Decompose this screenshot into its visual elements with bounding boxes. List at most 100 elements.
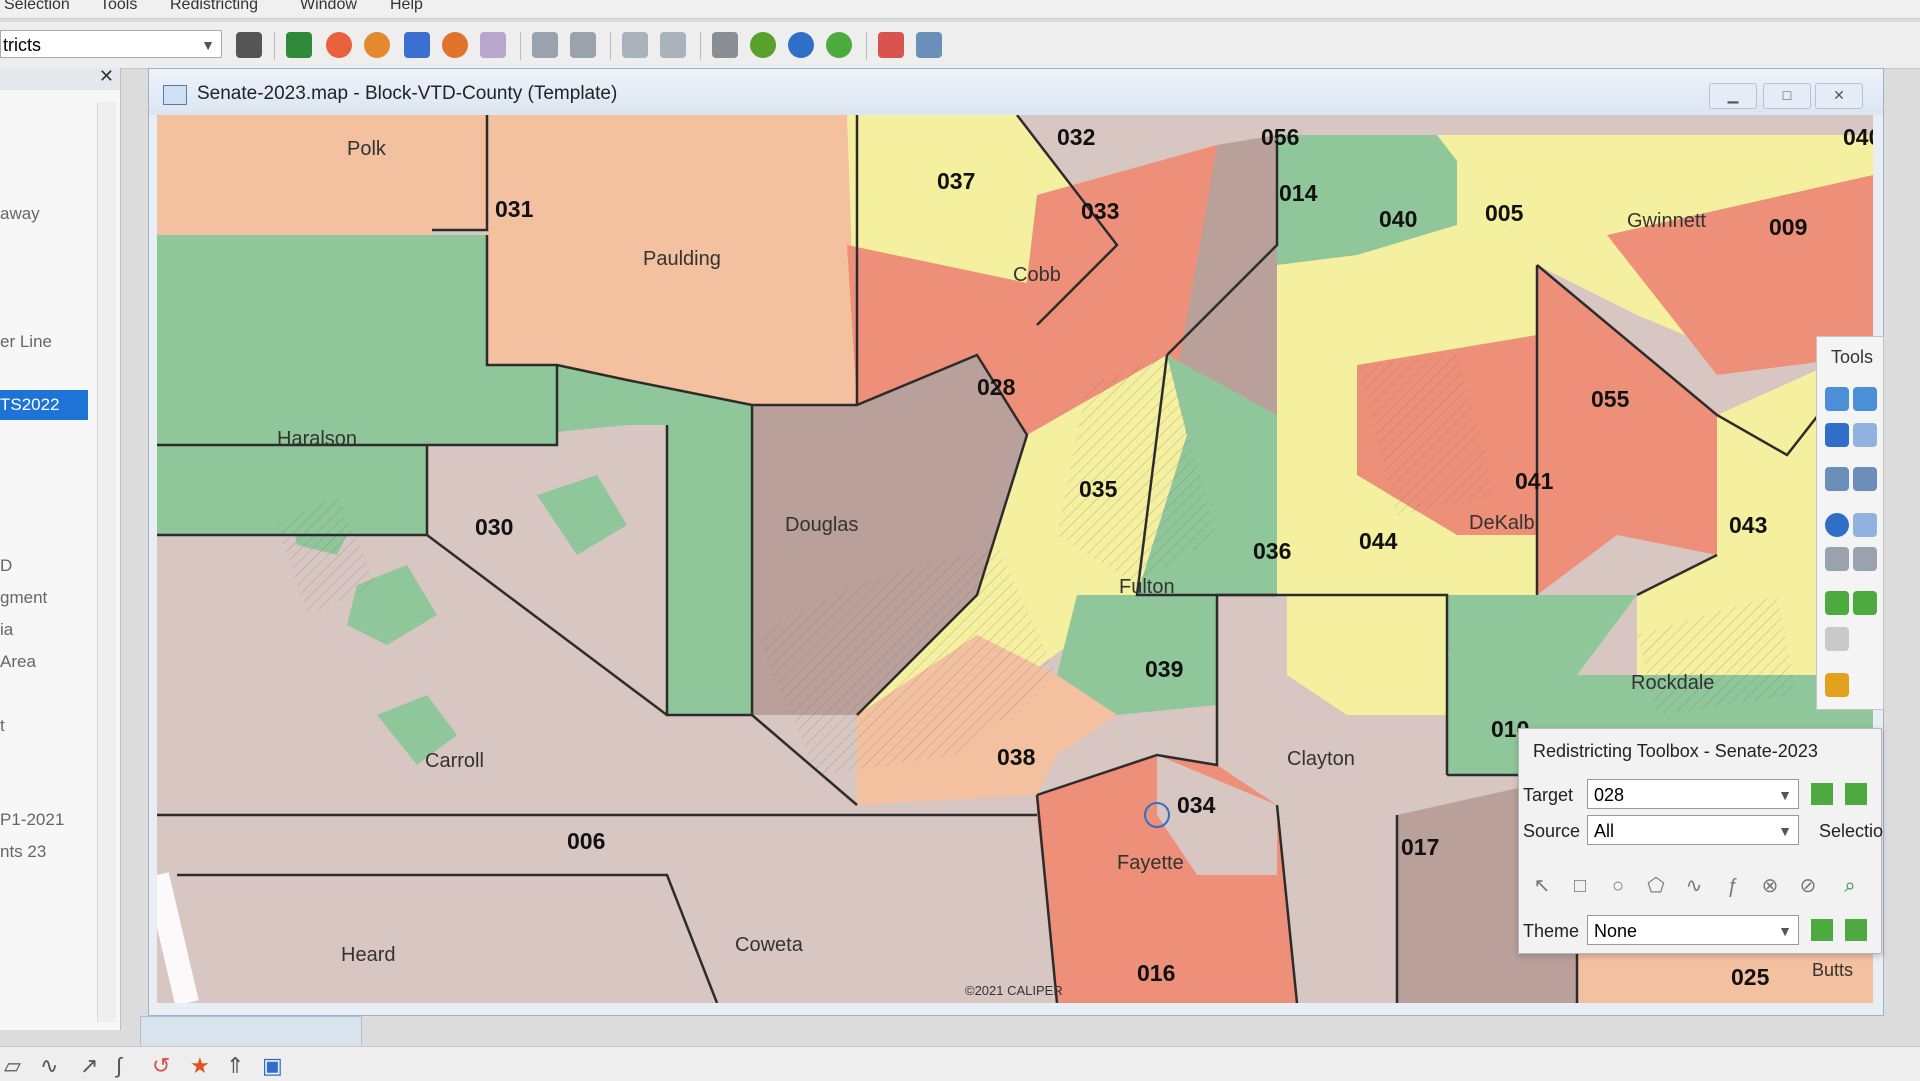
layer-item[interactable]: away [0, 204, 40, 224]
table-icon[interactable] [570, 32, 596, 58]
layer-tool-icon[interactable] [1825, 547, 1849, 571]
info-circle-icon[interactable] [788, 32, 814, 58]
pointer-icon[interactable]: ↖ [1529, 873, 1555, 899]
polygon-select-icon[interactable]: ⬠ [1643, 873, 1669, 899]
layer-item[interactable]: ia [0, 620, 13, 640]
rectangle-select-icon[interactable]: □ [1567, 873, 1593, 899]
theme-settings-icon[interactable] [1845, 919, 1867, 941]
layer-item[interactable]: P1-2021 [0, 810, 64, 830]
district-label: 041 [1515, 468, 1554, 494]
north-arrow-icon[interactable]: ⇑ [226, 1053, 244, 1079]
add-point-icon[interactable] [1853, 591, 1877, 615]
district-label: 005 [1485, 200, 1524, 226]
arrow-icon[interactable]: ↗ [80, 1053, 98, 1079]
select-tool-icon[interactable] [1825, 627, 1849, 651]
redistricting-toolbox: Redistricting Toolbox - Senate-2023 Targ… [1518, 728, 1883, 954]
district-label: 034 [1177, 792, 1216, 818]
menu-window[interactable]: Window [300, 0, 357, 14]
target-assign-icon[interactable] [1811, 783, 1833, 805]
layer-item-selected[interactable]: TS2022 [0, 390, 88, 420]
layers-scrollbar[interactable] [97, 102, 116, 1022]
globe-icon[interactable] [1853, 423, 1877, 447]
line-select-icon[interactable]: ∿ [1681, 873, 1707, 899]
county-label: Polk [347, 138, 387, 160]
image-icon[interactable]: ▣ [262, 1053, 283, 1079]
add-feature-icon[interactable] [1825, 591, 1849, 615]
menu-help[interactable]: Help [390, 0, 423, 14]
theme-apply-icon[interactable] [1811, 919, 1833, 941]
selection-label[interactable]: Selectio [1819, 821, 1883, 842]
zoom-out-icon[interactable] [1853, 387, 1877, 411]
toolbox-icon[interactable] [878, 32, 904, 58]
pan-hand-icon[interactable] [1825, 423, 1849, 447]
target-options-icon[interactable] [1845, 783, 1867, 805]
binoculars-icon[interactable] [236, 32, 262, 58]
globe-icon[interactable] [750, 32, 776, 58]
source-value: All [1594, 821, 1615, 841]
map-search-icon[interactable] [826, 32, 852, 58]
chevron-down-icon: ▼ [1778, 823, 1792, 839]
minimize-button[interactable]: ▁ [1709, 83, 1757, 109]
pie-slice-icon[interactable] [442, 32, 468, 58]
theme-dropdown[interactable]: None ▼ [1587, 915, 1799, 945]
layer-dropdown-value: tricts [3, 35, 41, 55]
source-dropdown[interactable]: All ▼ [1587, 815, 1799, 845]
arc-icon[interactable]: ↺ [152, 1053, 170, 1079]
pie-chart-icon[interactable] [364, 32, 390, 58]
chevron-down-icon: ▼ [201, 37, 215, 53]
clear-icon[interactable]: ⊗ [1757, 873, 1783, 899]
circle-select-icon[interactable]: ○ [1605, 873, 1631, 899]
maximize-button[interactable]: □ [1763, 83, 1811, 109]
main-toolbar: tricts ▼ [0, 22, 1920, 69]
layer-item[interactable]: t [0, 716, 5, 736]
district-label: 035 [1079, 476, 1118, 502]
close-window-button[interactable]: ✕ [1815, 83, 1863, 109]
previous-view-icon[interactable] [1853, 467, 1877, 491]
layer-dropdown[interactable]: tricts ▼ [0, 30, 222, 58]
freehand-icon[interactable]: ∿ [40, 1053, 58, 1079]
scatter-icon[interactable] [480, 32, 506, 58]
menu-redistricting[interactable]: Redistricting [170, 0, 258, 14]
map-window-titlebar[interactable]: Senate-2023.map - Block-VTD-County (Temp… [149, 69, 1883, 115]
menu-tools[interactable]: Tools [100, 0, 137, 14]
confirm-icon[interactable]: ⊘ [1795, 873, 1821, 899]
filter-icon[interactable] [916, 32, 942, 58]
layer-item[interactable]: Area [0, 652, 36, 672]
target-value: 028 [1594, 785, 1625, 805]
butts-label[interactable]: Butts [1812, 960, 1853, 981]
undo-icon[interactable] [622, 32, 648, 58]
district-label: 009 [1769, 214, 1807, 240]
curve-icon[interactable]: ∫ [116, 1053, 122, 1079]
palette-icon[interactable] [1825, 673, 1849, 697]
district-label: 039 [1145, 656, 1183, 682]
formula-icon[interactable]: ƒ [1719, 873, 1745, 899]
pin-icon[interactable] [712, 32, 738, 58]
layer-item[interactable]: D [0, 556, 12, 576]
edit-tool-icon[interactable] [1853, 547, 1877, 571]
close-icon[interactable]: ✕ [99, 66, 114, 87]
star-icon[interactable]: ★ [190, 1053, 210, 1079]
toolbox-title: Redistricting Toolbox - Senate-2023 [1533, 741, 1818, 761]
undo-view-icon[interactable] [1825, 467, 1849, 491]
layer-item[interactable]: nts 23 [0, 842, 46, 862]
polygon-icon[interactable]: ▱ [4, 1053, 21, 1079]
target-dropdown[interactable]: 028 ▼ [1587, 779, 1799, 809]
window-tabs[interactable] [140, 1016, 362, 1045]
map-layer-icon[interactable] [286, 32, 312, 58]
district-label: 028 [977, 374, 1016, 400]
tools-panel: Tools [1816, 336, 1884, 710]
redo-icon[interactable] [660, 32, 686, 58]
search-icon[interactable]: ⌕ [1837, 873, 1863, 899]
radial-chart-icon[interactable] [326, 32, 352, 58]
source-label: Source [1523, 821, 1581, 841]
zoom-in-icon[interactable] [1825, 387, 1849, 411]
info-icon[interactable] [1825, 513, 1849, 537]
layer-item[interactable]: er Line [0, 332, 52, 352]
layer-item[interactable]: gment [0, 588, 47, 608]
identify-icon[interactable] [1853, 513, 1877, 537]
district-label: 040 [1379, 206, 1417, 232]
county-label: Rockdale [1631, 672, 1714, 694]
menu-selection[interactable]: Selection [4, 0, 70, 14]
shapes-icon[interactable] [404, 32, 430, 58]
layers-icon[interactable] [532, 32, 558, 58]
